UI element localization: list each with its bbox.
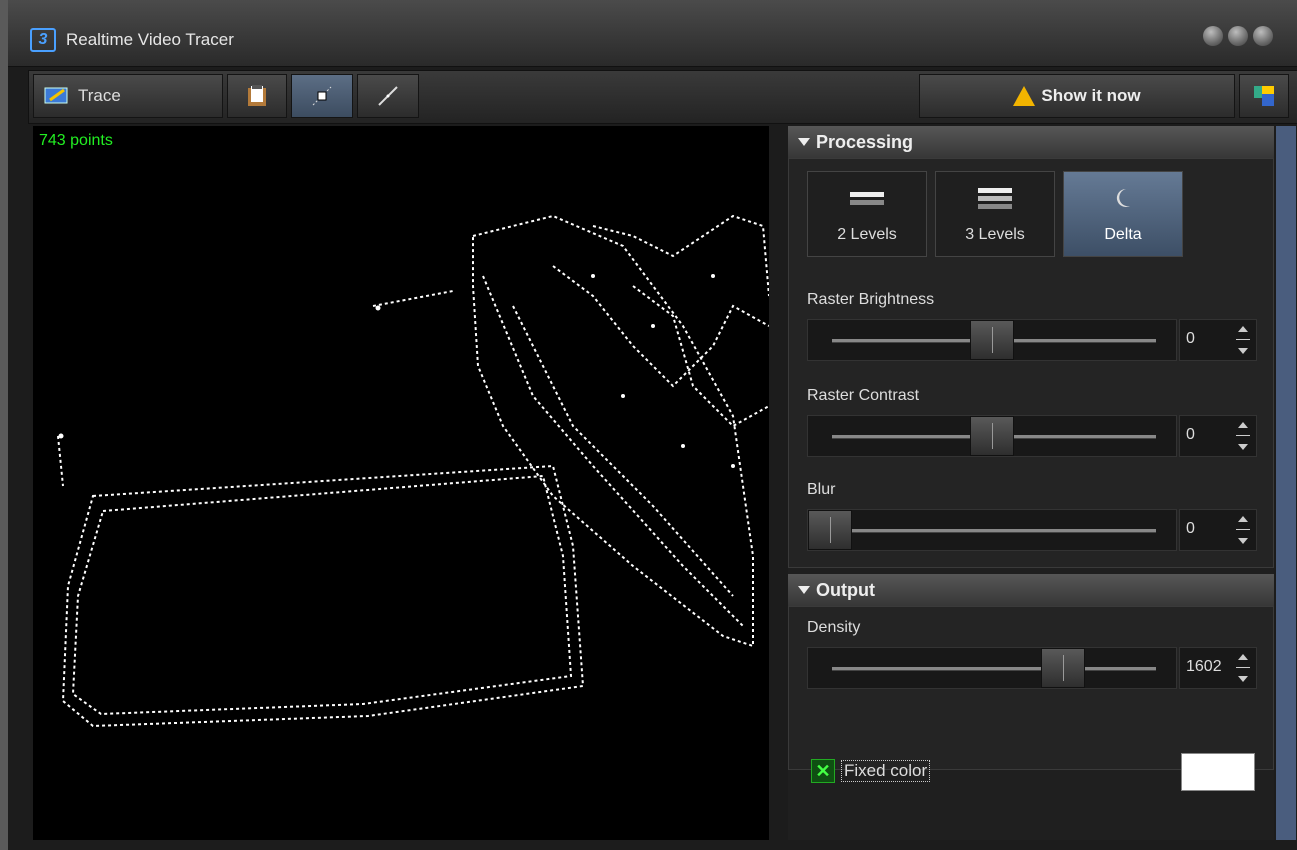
spinner-value: 0 (1186, 520, 1195, 537)
trace-canvas[interactable]: 743 points (33, 126, 769, 840)
output-header[interactable]: Output (788, 574, 1274, 606)
toolbar: Trace Show it now (28, 70, 1297, 124)
spinner-arrows-icon[interactable] (1236, 654, 1250, 682)
panel-scrollbar[interactable] (1276, 126, 1296, 840)
slider-thumb[interactable] (970, 416, 1014, 456)
trace-button[interactable]: Trace (33, 74, 223, 118)
fixed-color-checkbox[interactable]: ✕ (811, 759, 835, 783)
slider-thumb[interactable] (808, 510, 852, 550)
window-title: Realtime Video Tracer (66, 30, 234, 49)
clipboard-button[interactable] (227, 74, 287, 118)
mode-2-levels-button[interactable]: 2 Levels (807, 171, 927, 257)
processing-header[interactable]: Processing (788, 126, 1274, 158)
blur-label: Blur (807, 481, 836, 498)
trace-label: Trace (78, 86, 121, 105)
app-window: 3 Realtime Video Tracer Trace Show it no… (0, 0, 1297, 850)
minimize-button[interactable] (1203, 26, 1223, 46)
raster-contrast-slider[interactable] (807, 415, 1177, 457)
three-levels-icon-bar (978, 196, 1012, 201)
mode-delta-button[interactable]: Delta (1063, 171, 1183, 257)
settings-panel: Processing 2 Levels 3 Levels Delta Raste… (788, 126, 1274, 840)
layout-icon (1254, 86, 1274, 106)
clipboard-icon (248, 85, 266, 106)
spinner-arrows-icon[interactable] (1236, 422, 1250, 450)
blur-spinner[interactable]: 0 (1179, 509, 1257, 551)
raster-brightness-label: Raster Brightness (807, 291, 935, 308)
mode-3-levels-button[interactable]: 3 Levels (935, 171, 1055, 257)
mode-label: 2 Levels (837, 226, 897, 243)
line-mode-button[interactable] (357, 74, 419, 118)
slider-track (832, 529, 1156, 533)
collapse-arrow-icon (798, 586, 810, 594)
mode-label: 3 Levels (965, 226, 1025, 243)
spinner-value: 0 (1186, 330, 1195, 347)
show-it-now-button[interactable]: Show it now (919, 74, 1235, 118)
density-spinner[interactable]: 1602 (1179, 647, 1257, 689)
spinner-arrows-icon[interactable] (1236, 516, 1250, 544)
maximize-button[interactable] (1228, 26, 1248, 46)
mode-label: Delta (1104, 226, 1142, 243)
slider-thumb[interactable] (970, 320, 1014, 360)
spinner-value: 1602 (1186, 658, 1222, 675)
three-levels-icon-bar (978, 204, 1012, 209)
three-levels-icon (978, 188, 1012, 193)
point-icon (312, 86, 332, 106)
raster-brightness-slider[interactable] (807, 319, 1177, 361)
app-logo-icon: 3 (30, 28, 56, 52)
crescent-icon (1116, 188, 1130, 207)
density-slider[interactable] (807, 647, 1177, 689)
point-mode-button[interactable] (291, 74, 353, 118)
output-section: Density 1602 ✕ Fixed color (788, 606, 1274, 791)
color-swatch[interactable] (1181, 753, 1255, 791)
spinner-arrows-icon[interactable] (1236, 326, 1250, 354)
collapse-arrow-icon (798, 138, 810, 146)
warning-icon (1013, 86, 1036, 106)
window-layout-button[interactable] (1239, 74, 1289, 118)
fixed-color-label[interactable]: Fixed color (841, 760, 931, 782)
traced-outline-graphic (57, 214, 769, 728)
raster-contrast-spinner[interactable]: 0 (1179, 415, 1257, 457)
density-label: Density (807, 619, 861, 636)
raster-brightness-spinner[interactable]: 0 (1179, 319, 1257, 361)
show-it-now-label: Show it now (1041, 86, 1141, 105)
line-icon (378, 86, 398, 106)
raster-contrast-label: Raster Contrast (807, 387, 920, 404)
spinner-value: 0 (1186, 426, 1195, 443)
trace-icon (44, 87, 68, 104)
close-button[interactable] (1253, 26, 1273, 46)
output-title: Output (816, 580, 875, 600)
processing-section: 2 Levels 3 Levels Delta Raster Brightnes… (788, 158, 1274, 568)
processing-title: Processing (816, 132, 914, 152)
blur-slider[interactable] (807, 509, 1177, 551)
two-levels-icon (850, 192, 884, 197)
two-levels-icon-bar (850, 200, 884, 205)
slider-thumb[interactable] (1041, 648, 1085, 688)
slider-track (832, 667, 1156, 671)
title-bar: 3 Realtime Video Tracer (8, 0, 1297, 67)
